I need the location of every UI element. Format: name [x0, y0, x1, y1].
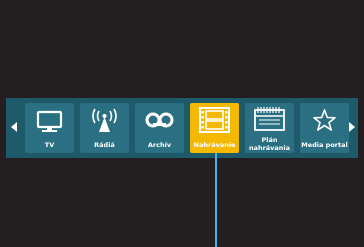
- radio-antenna-icon: [92, 108, 117, 132]
- menu-item-label: Archív: [147, 141, 172, 149]
- calendar-icon: [254, 107, 285, 131]
- film-strip-icon: [199, 107, 230, 133]
- cassette-tape-icon: [145, 112, 174, 128]
- menu-item-label: Rádiá: [94, 141, 115, 149]
- menu-item-label-line2: nahrávania: [248, 144, 291, 152]
- menu-item-label: TV: [44, 141, 55, 149]
- menu-item-media-portal[interactable]: Media portal: [300, 103, 349, 153]
- tv-icon: [36, 110, 63, 132]
- menu-item-plan-nahravania[interactable]: Plán nahrávania: [245, 103, 294, 153]
- menu-item-nahravanie[interactable]: Nahrávanie: [190, 103, 239, 153]
- menu-item-radia[interactable]: Rádiá: [80, 103, 129, 153]
- star-icon: [313, 109, 336, 131]
- menu-item-tv[interactable]: TV: [25, 103, 74, 153]
- menu-item-archiv[interactable]: Archív: [135, 103, 184, 153]
- menu-item-label: Media portal: [301, 141, 348, 149]
- menu-item-label: Nahrávanie: [193, 141, 236, 149]
- menu-item-label-line1: Plán: [261, 136, 278, 144]
- selection-indicator-line: [215, 153, 217, 247]
- arrow-left-icon[interactable]: [11, 122, 17, 132]
- arrow-right-icon[interactable]: [349, 122, 355, 132]
